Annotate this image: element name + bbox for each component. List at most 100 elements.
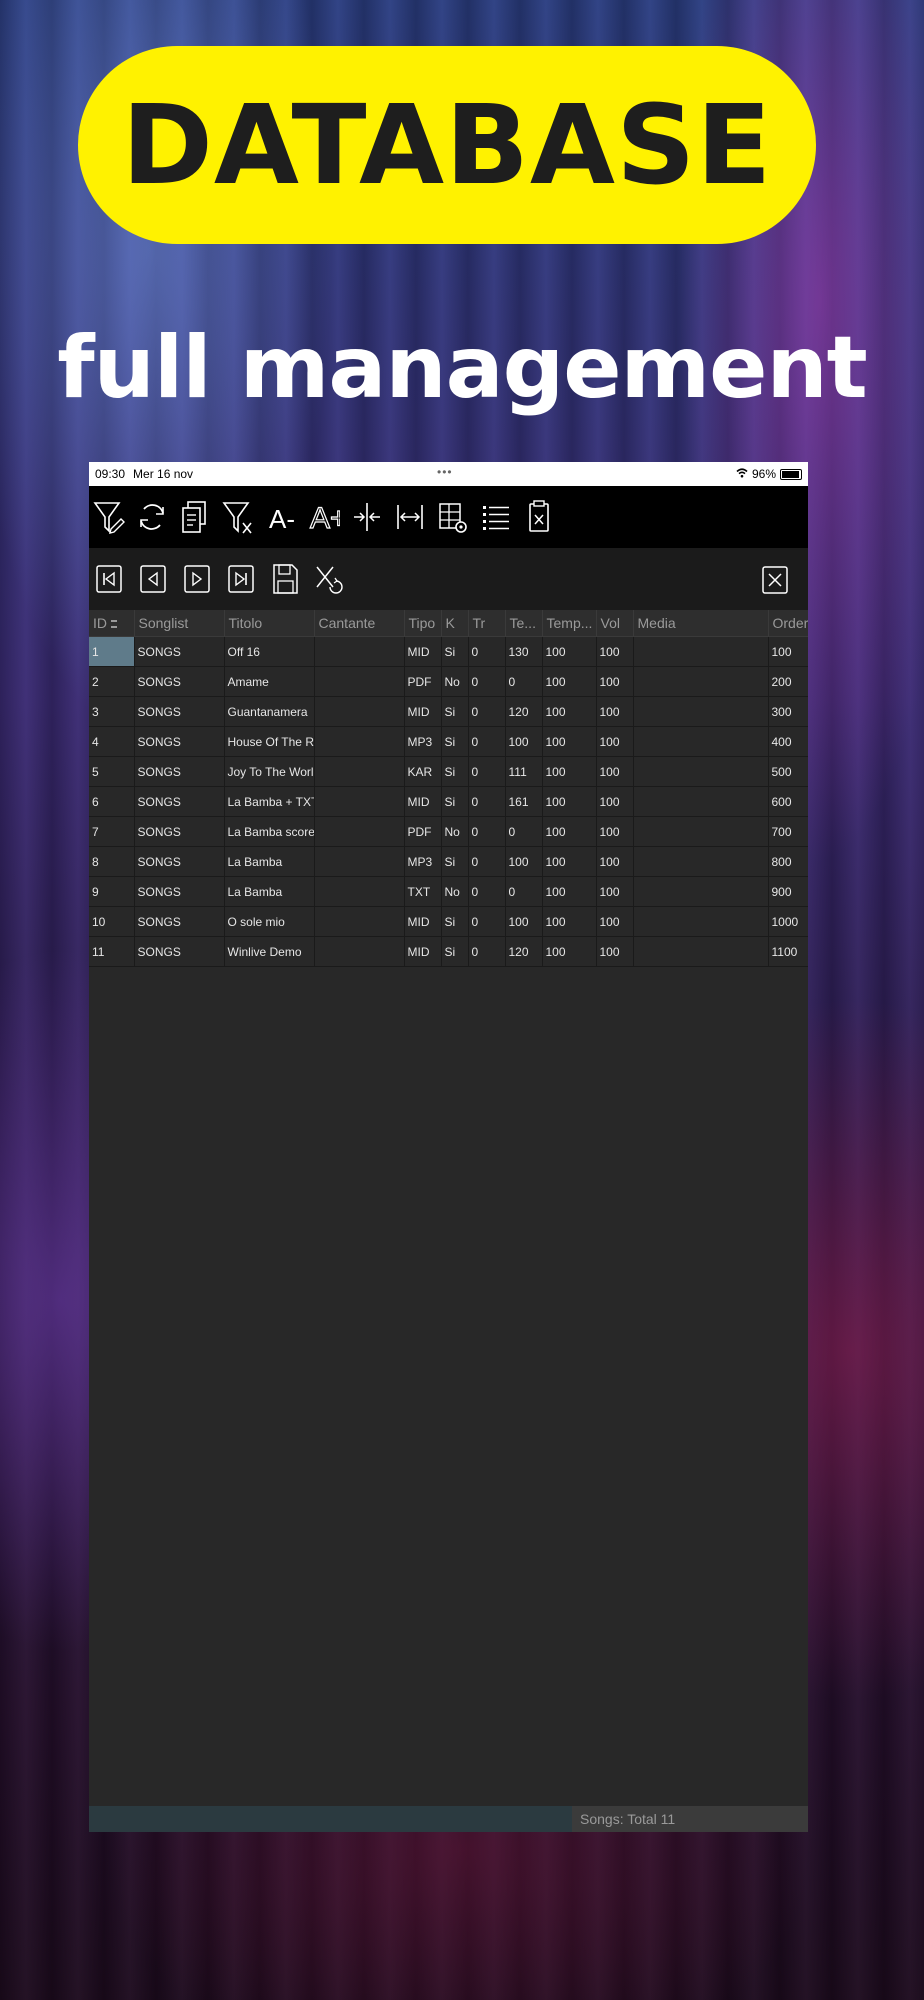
- cell-cantante[interactable]: [314, 636, 405, 667]
- table-row[interactable]: 3 SONGS Guantanamera MID Si 0 120 100 100 300: [89, 696, 808, 727]
- font-increase-icon[interactable]: A+: [306, 494, 342, 540]
- filter-edit-icon[interactable]: [91, 494, 127, 540]
- cell-songlist[interactable]: SONGS: [134, 666, 225, 697]
- cell-tr[interactable]: 0: [468, 846, 506, 877]
- cell-k[interactable]: Si: [441, 786, 469, 817]
- cell-id[interactable]: 1: [89, 636, 135, 667]
- cell-vol[interactable]: 100: [596, 756, 634, 787]
- cell-titolo[interactable]: Winlive Demo: [224, 936, 315, 967]
- cell-tr[interactable]: 0: [468, 756, 506, 787]
- cell-titolo[interactable]: La Bamba: [224, 846, 315, 877]
- cell-te[interactable]: 0: [505, 666, 543, 697]
- table-row[interactable]: 11 SONGS Winlive Demo MID Si 0 120 100 100 1100: [89, 936, 808, 967]
- cell-cantante[interactable]: [314, 756, 405, 787]
- cell-k[interactable]: Si: [441, 726, 469, 757]
- cell-songlist[interactable]: SONGS: [134, 696, 225, 727]
- cell-te[interactable]: 0: [505, 876, 543, 907]
- column-header-tipo[interactable]: Tipo: [404, 610, 442, 637]
- cell-k[interactable]: No: [441, 876, 469, 907]
- cell-te[interactable]: 120: [505, 696, 543, 727]
- cell-media[interactable]: [633, 666, 769, 697]
- close-icon[interactable]: [758, 560, 792, 600]
- cell-order[interactable]: 1000: [768, 906, 808, 937]
- cell-cantante[interactable]: [314, 876, 405, 907]
- column-header-te[interactable]: Te...: [505, 610, 543, 637]
- cell-te[interactable]: 120: [505, 936, 543, 967]
- cell-songlist[interactable]: SONGS: [134, 726, 225, 757]
- cell-vol[interactable]: 100: [596, 876, 634, 907]
- cell-temp[interactable]: 100: [542, 816, 597, 847]
- cell-order[interactable]: 200: [768, 666, 808, 697]
- cell-titolo[interactable]: O sole mio: [224, 906, 315, 937]
- cell-te[interactable]: 161: [505, 786, 543, 817]
- cell-te[interactable]: 130: [505, 636, 543, 667]
- cell-vol[interactable]: 100: [596, 906, 634, 937]
- table-row[interactable]: 2 SONGS Amame PDF No 0 0 100 100 200: [89, 666, 808, 697]
- cell-id[interactable]: 9: [89, 876, 135, 907]
- cell-temp[interactable]: 100: [542, 846, 597, 877]
- last-record-icon[interactable]: [224, 559, 258, 599]
- cell-temp[interactable]: 100: [542, 756, 597, 787]
- cell-tipo[interactable]: MP3: [404, 726, 442, 757]
- cell-cantante[interactable]: [314, 846, 405, 877]
- cell-titolo[interactable]: Off 16: [224, 636, 315, 667]
- cell-order[interactable]: 400: [768, 726, 808, 757]
- cell-cantante[interactable]: [314, 666, 405, 697]
- cell-tipo[interactable]: MID: [404, 786, 442, 817]
- cell-tipo[interactable]: MID: [404, 936, 442, 967]
- cell-media[interactable]: [633, 936, 769, 967]
- cell-vol[interactable]: 100: [596, 636, 634, 667]
- cell-temp[interactable]: 100: [542, 666, 597, 697]
- cell-media[interactable]: [633, 726, 769, 757]
- column-header-titolo[interactable]: Titolo: [224, 610, 315, 637]
- cell-songlist[interactable]: SONGS: [134, 876, 225, 907]
- cell-tr[interactable]: 0: [468, 876, 506, 907]
- delete-clipboard-icon[interactable]: [521, 494, 557, 540]
- copy-document-icon[interactable]: [177, 494, 213, 540]
- list-view-icon[interactable]: [478, 494, 514, 540]
- cell-id[interactable]: 8: [89, 846, 135, 877]
- cell-vol[interactable]: 100: [596, 666, 634, 697]
- cell-songlist[interactable]: SONGS: [134, 636, 225, 667]
- font-decrease-icon[interactable]: A-: [263, 494, 299, 540]
- cell-media[interactable]: [633, 876, 769, 907]
- cell-titolo[interactable]: La Bamba + TXT: [224, 786, 315, 817]
- next-record-icon[interactable]: [180, 559, 214, 599]
- cell-k[interactable]: Si: [441, 696, 469, 727]
- cell-vol[interactable]: 100: [596, 786, 634, 817]
- cell-k[interactable]: Si: [441, 756, 469, 787]
- cell-temp[interactable]: 100: [542, 936, 597, 967]
- column-header-tr[interactable]: Tr: [468, 610, 506, 637]
- cell-cantante[interactable]: [314, 816, 405, 847]
- first-record-icon[interactable]: [92, 559, 126, 599]
- column-header-media[interactable]: Media: [633, 610, 769, 637]
- cell-tipo[interactable]: MP3: [404, 846, 442, 877]
- cell-temp[interactable]: 100: [542, 906, 597, 937]
- table-row[interactable]: 7 SONGS La Bamba score PDF No 0 0 100 100 700: [89, 816, 808, 847]
- cell-id[interactable]: 5: [89, 756, 135, 787]
- cell-cantante[interactable]: [314, 936, 405, 967]
- cell-media[interactable]: [633, 816, 769, 847]
- cell-order[interactable]: 900: [768, 876, 808, 907]
- table-row[interactable]: 5 SONGS Joy To The World KAR Si 0 111 100 100 500: [89, 756, 808, 787]
- cell-tipo[interactable]: MID: [404, 696, 442, 727]
- multitask-dots-icon[interactable]: •••: [437, 465, 453, 479]
- cell-media[interactable]: [633, 846, 769, 877]
- table-row[interactable]: 6 SONGS La Bamba + TXT MID Si 0 161 100 100 600: [89, 786, 808, 817]
- cell-songlist[interactable]: SONGS: [134, 846, 225, 877]
- cell-tr[interactable]: 0: [468, 696, 506, 727]
- cell-tr[interactable]: 0: [468, 726, 506, 757]
- table-row[interactable]: 8 SONGS La Bamba MP3 Si 0 100 100 100 800: [89, 846, 808, 877]
- table-row[interactable]: 9 SONGS La Bamba TXT No 0 0 100 100 900: [89, 876, 808, 907]
- table-row[interactable]: 4 SONGS House Of The Ris MP3 Si 0 100 100 100 400: [89, 726, 808, 757]
- cell-vol[interactable]: 100: [596, 696, 634, 727]
- column-header-cantante[interactable]: Cantante: [314, 610, 405, 637]
- cell-order[interactable]: 500: [768, 756, 808, 787]
- cell-tr[interactable]: 0: [468, 906, 506, 937]
- cell-vol[interactable]: 100: [596, 846, 634, 877]
- table-row[interactable]: 1 SONGS Off 16 MID Si 0 130 100 100 100: [89, 636, 808, 667]
- cell-te[interactable]: 100: [505, 726, 543, 757]
- cell-tipo[interactable]: MID: [404, 906, 442, 937]
- previous-record-icon[interactable]: [136, 559, 170, 599]
- cell-tr[interactable]: 0: [468, 816, 506, 847]
